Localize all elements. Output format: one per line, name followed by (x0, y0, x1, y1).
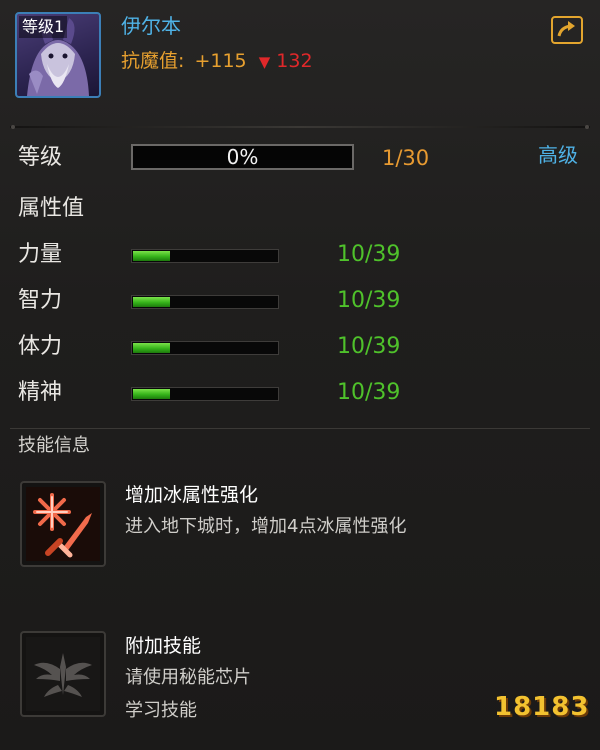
resist-value-row: 抗魔值: +115 ▼ 132 (121, 47, 313, 76)
section-divider (10, 428, 590, 429)
attr-bar-vitality (131, 341, 279, 355)
divider-ornament-dots (11, 125, 589, 129)
attr-bar-fill (133, 251, 170, 261)
skill-desc-extra-line2: 学习技能 (125, 700, 197, 721)
wing-emblem-icon (26, 637, 100, 711)
attr-label-vitality: 体力 (18, 334, 63, 359)
pet-info-panel: 等级1 伊尔本 抗魔值: +115 ▼ 132 等级 0% 1/30 高级 属性… (0, 0, 600, 750)
grade-label: 高级 (538, 143, 578, 167)
skill-slot-extra[interactable] (20, 631, 106, 717)
skill-slot-ice[interactable] (20, 481, 106, 567)
attr-value-strength: 10/39 (337, 242, 401, 267)
attr-label-spirit: 精神 (18, 380, 63, 405)
resist-label: 抗魔值: (121, 50, 185, 72)
down-arrow-icon: ▼ (258, 53, 271, 71)
attr-value-vitality: 10/39 (337, 334, 401, 359)
attr-value-spirit: 10/39 (337, 380, 401, 405)
level-progress-percent: 0% (226, 145, 259, 169)
level-progress-bar: 0% (131, 144, 354, 170)
attr-bar-strength (131, 249, 279, 263)
attr-bar-fill (133, 343, 170, 353)
site-watermark-logo: 18183 (494, 692, 590, 722)
attr-bar-intelligence (131, 295, 279, 309)
portrait-level-tag: 等级1 (19, 16, 68, 38)
skills-title: 技能信息 (18, 435, 90, 456)
attr-bar-spirit (131, 387, 279, 401)
pet-name: 伊尔本 (121, 14, 181, 38)
skill-name-extra: 附加技能 (125, 635, 202, 657)
share-export-button[interactable] (551, 16, 583, 44)
resist-minus-value: 132 (276, 50, 313, 72)
share-export-icon (557, 21, 575, 37)
resist-plus-value: +115 (194, 50, 247, 72)
skill-desc-ice: 进入地下城时，增加4点冰属性强化 (125, 516, 407, 537)
ice-sword-icon (26, 487, 100, 561)
attr-label-intelligence: 智力 (18, 288, 63, 313)
attr-value-intelligence: 10/39 (337, 288, 401, 313)
attr-label-strength: 力量 (18, 242, 63, 267)
level-count: 1/30 (382, 146, 430, 170)
attr-bar-fill (133, 389, 170, 399)
pet-portrait[interactable]: 等级1 (15, 12, 101, 98)
attributes-title: 属性值 (18, 196, 85, 221)
level-label: 等级 (18, 145, 63, 170)
attr-bar-fill (133, 297, 170, 307)
skill-name-ice: 增加冰属性强化 (125, 484, 259, 506)
skill-desc-extra-line1: 请使用秘能芯片 (125, 667, 251, 688)
